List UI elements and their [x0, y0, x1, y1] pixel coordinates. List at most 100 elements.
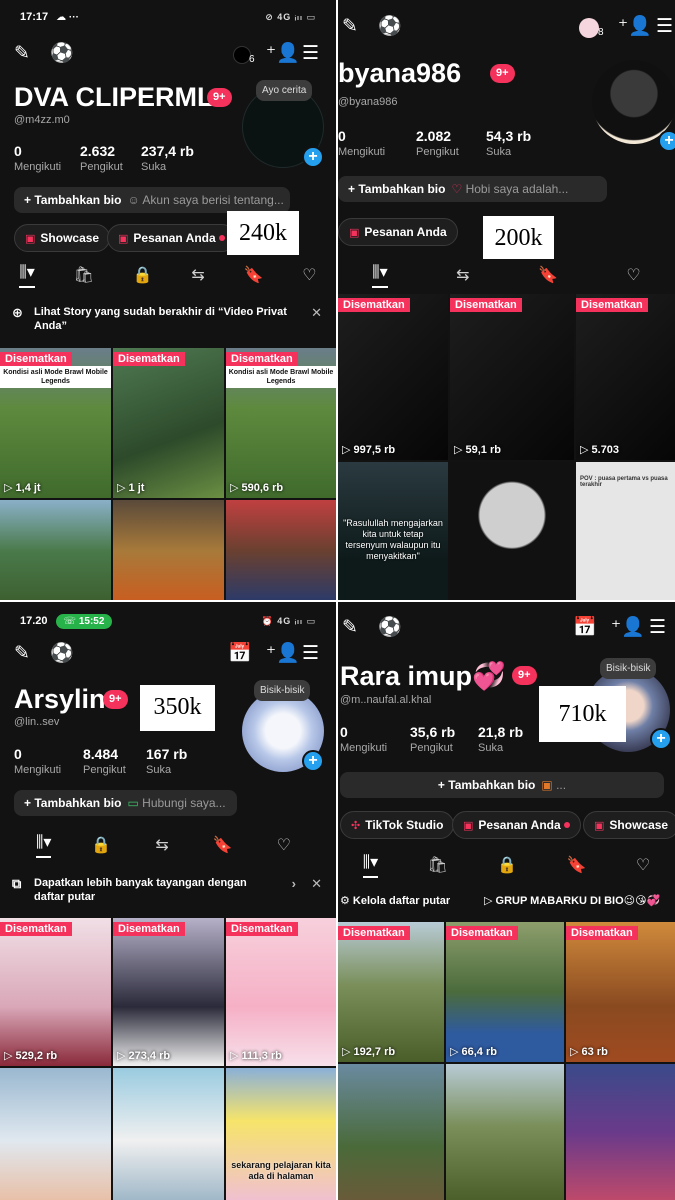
- close-icon[interactable]: ✕: [311, 877, 322, 891]
- soccer-ball-icon[interactable]: ⚽: [50, 644, 74, 664]
- stat-following[interactable]: 0 Mengikuti: [14, 143, 61, 173]
- notification-badge[interactable]: 9+: [103, 690, 128, 709]
- add-bio-button[interactable]: + Tambahkan bio ☺ Akun saya berisi tenta…: [14, 187, 290, 213]
- calendar-star-icon[interactable]: 📅: [228, 644, 252, 664]
- stat-followers[interactable]: 8.484 Pengikut: [83, 746, 126, 776]
- add-story-icon[interactable]: +: [302, 750, 324, 772]
- add-user-icon[interactable]: ⁺👤: [266, 644, 300, 664]
- video-tile[interactable]: [0, 500, 111, 600]
- video-tile[interactable]: "Rasulullah mengajarkan kita untuk tetap…: [338, 462, 448, 600]
- video-tile[interactable]: [338, 1064, 444, 1200]
- notification-badge[interactable]: 9+: [512, 666, 537, 685]
- edit-icon[interactable]: ✎: [14, 644, 30, 664]
- video-tile[interactable]: Disematkan 63 rb: [566, 922, 675, 1062]
- notification-avatar[interactable]: [579, 18, 599, 38]
- story-bubble[interactable]: Ayo cerita: [256, 80, 313, 101]
- tab-saved-icon[interactable]: 🔖: [244, 265, 264, 285]
- tab-shop-icon[interactable]: 🛍: [74, 265, 94, 285]
- tab-videos-icon[interactable]: ⫼▾: [19, 262, 35, 288]
- soccer-ball-icon[interactable]: ⚽: [378, 17, 402, 37]
- tab-videos-icon[interactable]: ⫼▾: [36, 832, 52, 858]
- add-user-icon[interactable]: ⁺👤: [618, 17, 652, 37]
- video-tile[interactable]: [113, 1068, 224, 1200]
- stat-following[interactable]: 0 Mengikuti: [338, 128, 385, 158]
- tab-repost-icon[interactable]: ⇆: [155, 835, 168, 855]
- add-story-icon[interactable]: +: [658, 130, 675, 152]
- stat-followers[interactable]: 2.632 Pengikut: [80, 143, 123, 173]
- edit-icon[interactable]: ✎: [342, 618, 358, 638]
- add-user-icon[interactable]: ⁺👤: [611, 618, 645, 638]
- stat-following[interactable]: 0 Mengikuti: [340, 724, 387, 754]
- video-tile[interactable]: Disematkan 59,1 rb: [450, 294, 574, 460]
- chevron-right-icon[interactable]: ›: [292, 877, 296, 891]
- add-bio-button[interactable]: + Tambahkan bio ♡ Hobi saya adalah...: [338, 176, 607, 202]
- video-tile[interactable]: sekarang pelajaran kita ada di halaman: [226, 1068, 336, 1200]
- edit-icon[interactable]: ✎: [14, 44, 30, 64]
- video-tile[interactable]: [113, 500, 224, 600]
- call-indicator[interactable]: ☏ 15:52: [55, 613, 113, 629]
- tab-saved-icon[interactable]: 🔖: [567, 855, 587, 875]
- story-banner[interactable]: ⊕ Lihat Story yang sudah berakhir di “Vi…: [0, 305, 336, 333]
- video-tile[interactable]: Disematkan 273,4 rb: [113, 918, 224, 1066]
- manage-playlist-button[interactable]: ⚙ Kelola daftar putar: [340, 894, 450, 907]
- showcase-button[interactable]: ▣ Showcase: [14, 224, 111, 252]
- video-tile[interactable]: Disematkan 192,7 rb: [338, 922, 444, 1062]
- soccer-ball-icon[interactable]: ⚽: [50, 44, 74, 64]
- video-tile[interactable]: POV : puasa pertama vs puasa terakhir: [576, 462, 675, 600]
- video-tile[interactable]: Disematkan 997,5 rb: [338, 294, 448, 460]
- menu-icon[interactable]: ☰: [302, 644, 319, 664]
- tab-private-icon[interactable]: 🔒: [497, 855, 517, 875]
- stat-following[interactable]: 0 Mengikuti: [14, 746, 61, 776]
- stat-likes[interactable]: 21,8 rb Suka: [478, 724, 523, 754]
- menu-icon[interactable]: ☰: [656, 17, 673, 37]
- playlist-banner[interactable]: ⧉ Dapatkan lebih banyak tayangan dengan …: [0, 876, 336, 904]
- video-tile[interactable]: [446, 1064, 564, 1200]
- orders-button[interactable]: ▣ Pesanan Anda: [107, 224, 236, 252]
- whisper-bubble[interactable]: Bisik-bisik: [600, 658, 657, 679]
- calendar-star-icon[interactable]: 📅: [573, 618, 597, 638]
- tab-liked-icon[interactable]: ♡: [636, 855, 650, 875]
- playlist-chip[interactable]: ▷ GRUP MABARKU DI BIO😉😘💞: [484, 894, 660, 907]
- video-tile[interactable]: Disematkan 111,3 rb: [226, 918, 336, 1066]
- stat-likes[interactable]: 54,3 rb Suka: [486, 128, 531, 158]
- close-icon[interactable]: ✕: [311, 306, 322, 320]
- tab-liked-icon[interactable]: ♡: [302, 265, 316, 285]
- notification-badge[interactable]: 9+: [207, 88, 232, 107]
- tab-private-icon[interactable]: 🔒: [133, 265, 153, 285]
- video-tile[interactable]: Kondisi asli Mode Brawl Mobile Legends D…: [226, 348, 336, 498]
- tab-liked-icon[interactable]: ♡: [277, 835, 291, 855]
- video-tile[interactable]: [0, 1068, 111, 1200]
- tab-repost-icon[interactable]: ⇆: [456, 265, 469, 285]
- menu-icon[interactable]: ☰: [649, 618, 666, 638]
- tab-saved-icon[interactable]: 🔖: [538, 265, 558, 285]
- tab-shop-icon[interactable]: 🛍: [428, 855, 448, 875]
- tab-videos-icon[interactable]: ⫼▾: [362, 852, 379, 878]
- video-tile[interactable]: Disematkan 66,4 rb: [446, 922, 564, 1062]
- tiktok-studio-button[interactable]: ✣ TikTok Studio: [340, 811, 455, 839]
- tab-repost-icon[interactable]: ⇆: [191, 265, 204, 285]
- video-tile[interactable]: Disematkan 5.703: [576, 294, 675, 460]
- tab-private-icon[interactable]: 🔒: [91, 835, 111, 855]
- menu-icon[interactable]: ☰: [302, 44, 319, 64]
- add-bio-button[interactable]: + Tambahkan bio ▣ ...: [340, 772, 664, 798]
- video-tile[interactable]: [226, 500, 336, 600]
- notification-badge[interactable]: 9+: [490, 64, 515, 83]
- stat-followers[interactable]: 35,6 rb Pengikut: [410, 724, 455, 754]
- video-tile[interactable]: Disematkan 1 jt: [113, 348, 224, 498]
- orders-button[interactable]: ▣ Pesanan Anda: [338, 218, 458, 246]
- video-tile[interactable]: [450, 462, 574, 600]
- add-story-icon[interactable]: +: [650, 728, 672, 750]
- tab-liked-icon[interactable]: ♡: [626, 265, 640, 285]
- add-bio-button[interactable]: + Tambahkan bio ▭ Hubungi saya...: [14, 790, 237, 816]
- tab-saved-icon[interactable]: 🔖: [213, 835, 233, 855]
- edit-icon[interactable]: ✎: [342, 17, 358, 37]
- video-tile[interactable]: [566, 1064, 675, 1200]
- stat-followers[interactable]: 2.082 Pengikut: [416, 128, 459, 158]
- tab-videos-icon[interactable]: ⫼▾: [372, 262, 388, 288]
- orders-button[interactable]: ▣ Pesanan Anda: [452, 811, 581, 839]
- stat-likes[interactable]: 167 rb Suka: [146, 746, 187, 776]
- add-user-icon[interactable]: ⁺👤: [266, 44, 300, 64]
- video-tile[interactable]: Disematkan 529,2 rb: [0, 918, 111, 1066]
- stat-likes[interactable]: 237,4 rb Suka: [141, 143, 194, 173]
- showcase-button[interactable]: ▣ Showcase: [583, 811, 675, 839]
